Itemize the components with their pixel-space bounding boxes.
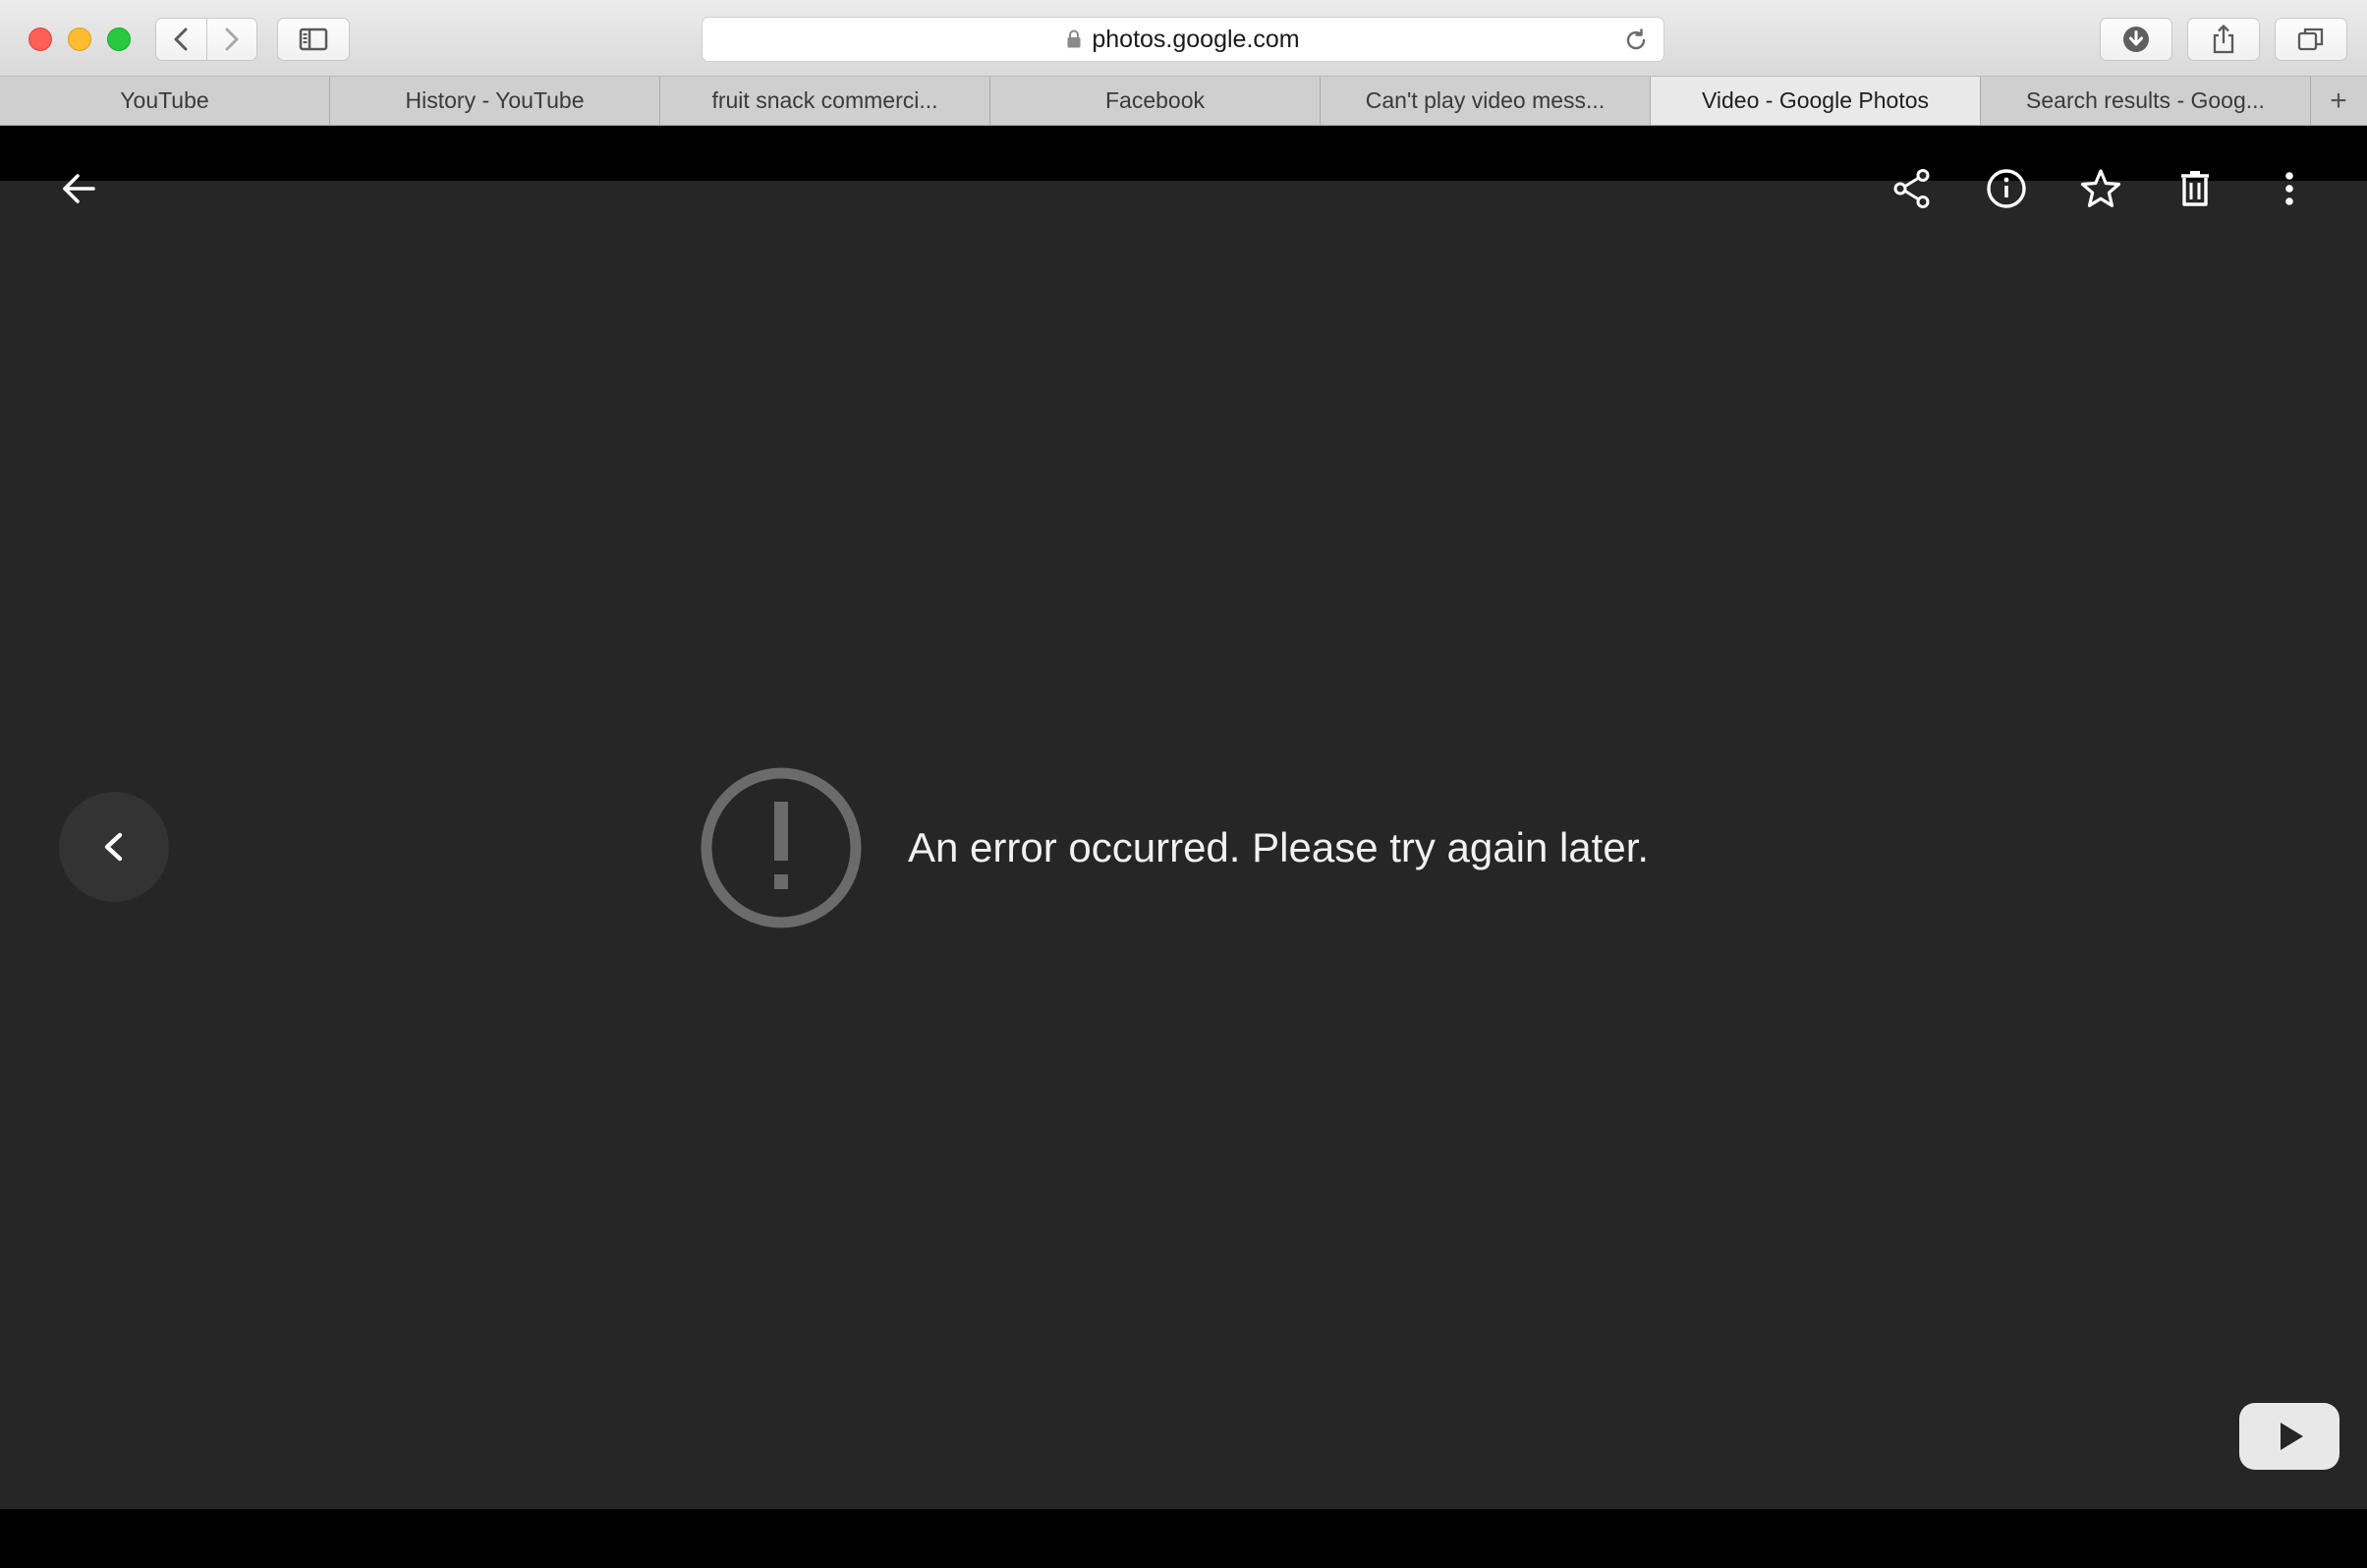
address-bar[interactable]: photos.google.com bbox=[702, 17, 1664, 62]
tab-label: Search results - Goog... bbox=[2026, 87, 2265, 113]
favorite-button[interactable] bbox=[2071, 159, 2130, 218]
star-icon bbox=[2080, 169, 2121, 207]
tab-google-photos[interactable]: Video - Google Photos bbox=[1651, 77, 1981, 125]
zoom-window-button[interactable] bbox=[107, 28, 131, 51]
share-page-button[interactable] bbox=[2187, 18, 2260, 61]
back-button[interactable] bbox=[156, 19, 206, 60]
viewer-bottom-bar bbox=[0, 1509, 2367, 1568]
error-message-text: An error occurred. Please try again late… bbox=[908, 824, 1650, 870]
new-tab-button[interactable]: + bbox=[2311, 77, 2366, 125]
tab-youtube[interactable]: YouTube bbox=[0, 77, 330, 125]
photo-viewer: An error occurred. Please try again late… bbox=[0, 126, 2367, 1568]
tab-label: Can't play video mess... bbox=[1365, 87, 1606, 113]
tab-label: Video - Google Photos bbox=[1701, 87, 1929, 113]
history-nav bbox=[155, 18, 257, 61]
close-window-button[interactable] bbox=[28, 28, 52, 51]
error-icon bbox=[701, 767, 862, 928]
share-button[interactable] bbox=[1883, 159, 1942, 218]
url-text: photos.google.com bbox=[1092, 25, 1300, 53]
tab-overview-icon bbox=[2297, 28, 2324, 51]
browser-window: photos.google.com YouTube History - YouT… bbox=[0, 0, 2367, 1568]
more-options-button[interactable] bbox=[2260, 159, 2319, 218]
sidebar-toggle-button[interactable] bbox=[277, 18, 350, 61]
chevron-left-icon bbox=[104, 832, 123, 862]
tab-overview-button[interactable] bbox=[2275, 18, 2347, 61]
info-button[interactable] bbox=[1977, 159, 2036, 218]
sidebar-icon bbox=[299, 28, 328, 51]
download-icon bbox=[2123, 27, 2149, 52]
tab-label: History - YouTube bbox=[405, 87, 585, 113]
previous-item-button[interactable] bbox=[59, 792, 169, 902]
play-icon bbox=[2281, 1423, 2303, 1450]
tab-label: Facebook bbox=[1104, 87, 1205, 113]
info-icon bbox=[1987, 169, 2026, 208]
chevron-left-icon bbox=[174, 28, 188, 51]
tab-fruit-snack[interactable]: fruit snack commerci... bbox=[660, 77, 990, 125]
tab-label: fruit snack commerci... bbox=[711, 87, 938, 113]
youtube-play-badge[interactable] bbox=[2239, 1403, 2339, 1470]
delete-button[interactable] bbox=[2166, 159, 2225, 218]
reload-icon bbox=[1626, 28, 1646, 50]
share-icon bbox=[1893, 169, 1930, 208]
browser-toolbar: photos.google.com bbox=[0, 0, 2367, 77]
lock-icon bbox=[1067, 29, 1081, 48]
minimize-window-button[interactable] bbox=[68, 28, 91, 51]
forward-button[interactable] bbox=[205, 19, 257, 60]
tab-facebook[interactable]: Facebook bbox=[990, 77, 1321, 125]
more-vert-icon bbox=[2285, 172, 2293, 205]
tab-strip: YouTube History - YouTube fruit snack co… bbox=[0, 77, 2367, 126]
tab-cant-play-video[interactable]: Can't play video mess... bbox=[1321, 77, 1651, 125]
downloads-button[interactable] bbox=[2100, 18, 2172, 61]
trash-icon bbox=[2181, 171, 2209, 206]
reload-button[interactable] bbox=[1622, 27, 1650, 59]
tab-search-results[interactable]: Search results - Goog... bbox=[1981, 77, 2311, 125]
plus-icon: + bbox=[2330, 84, 2347, 117]
tab-history-youtube[interactable]: History - YouTube bbox=[330, 77, 660, 125]
chevron-right-icon bbox=[225, 28, 239, 51]
error-message-panel: An error occurred. Please try again late… bbox=[700, 766, 1780, 929]
tab-label: YouTube bbox=[120, 87, 209, 113]
share-sheet-icon bbox=[2213, 25, 2234, 54]
back-arrow-icon bbox=[63, 174, 95, 203]
back-button-viewer[interactable] bbox=[49, 159, 108, 218]
